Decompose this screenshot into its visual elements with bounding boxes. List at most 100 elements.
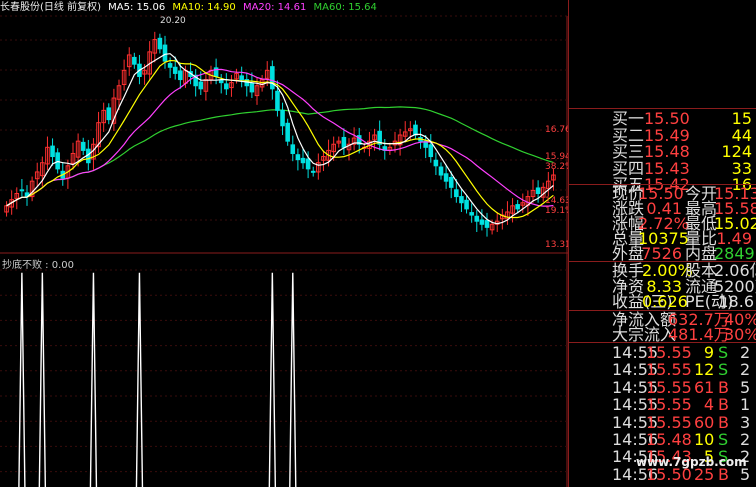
candle-body	[448, 176, 454, 188]
tick-price: 15.50	[646, 464, 692, 484]
peak-price-label: 20.20	[160, 16, 186, 26]
candle-body	[479, 219, 485, 225]
tick-count: 5	[740, 464, 751, 484]
indicator-spike	[89, 272, 98, 487]
kline-chart[interactable]	[0, 0, 568, 487]
indicator-spike	[38, 272, 47, 487]
flow-value: 481.4万	[668, 325, 730, 344]
indicator-spikes	[18, 272, 297, 487]
tick-side: B	[718, 377, 729, 397]
info-row: 收益(三) 0.626 PE(动) 18.6	[568, 292, 756, 311]
info-value: 2.00%	[642, 261, 693, 280]
tick-row: 14:55 15.55 60 B 3	[568, 412, 756, 432]
tick-volume: 61	[694, 377, 715, 397]
candle-body	[275, 90, 280, 111]
tick-volume: 25	[694, 464, 715, 484]
stat-value: 2849	[714, 244, 755, 263]
chart-header: 长春股份(日线 前复权) MA5: 15.06 MA10: 14.90 MA20…	[0, 0, 560, 16]
candle-body	[50, 145, 55, 158]
info-label: 净资	[612, 276, 645, 296]
info-value: 0.626	[642, 292, 688, 311]
flow-row: 大宗流入481.4万30%	[568, 325, 756, 344]
flow-label: 大宗流入	[612, 325, 677, 344]
indicator-spike	[135, 272, 144, 487]
tick-price: 15.55	[646, 395, 692, 415]
tick-count: 3	[740, 412, 751, 432]
ask-label: 买三	[612, 142, 645, 161]
ma60-legend: MA60: 15.64	[313, 2, 377, 13]
tick-count: 1	[740, 395, 751, 415]
candle-body	[454, 189, 459, 198]
candle-body	[218, 79, 224, 84]
ask-volume: 33	[731, 158, 752, 178]
ask-row: 买二 15.49 44	[568, 125, 756, 145]
candle-body	[459, 196, 464, 204]
stock-title: 长春股份(日线 前复权)	[0, 2, 101, 13]
tick-row: 14:55 15.55 61 B 5	[568, 377, 756, 397]
candle-body	[535, 187, 541, 195]
stat-label: 内盘	[685, 244, 718, 263]
candle-body	[178, 70, 183, 81]
candle-body	[172, 66, 178, 74]
info-value: 8.33	[646, 276, 682, 296]
candle-body	[290, 144, 296, 154]
tick-count: 5	[740, 377, 751, 397]
info-label: 股本	[685, 261, 718, 280]
ask-price: 15.48	[644, 142, 690, 161]
candle-body	[484, 220, 490, 228]
tick-price: 15.55	[646, 343, 692, 362]
ask-row: 买一 15.50 15	[568, 109, 756, 128]
tick-count: 2	[740, 360, 751, 380]
candle-body	[280, 109, 285, 127]
ask-label: 买一	[612, 109, 645, 128]
ask-label: 买四	[612, 158, 645, 178]
candle-body	[132, 56, 137, 65]
info-value: 18.6	[718, 292, 754, 311]
site-watermark: www.7gpzb.com	[636, 455, 747, 469]
ask-volume: 15	[731, 109, 752, 128]
candle-body	[249, 82, 255, 93]
ma10-legend: MA10: 14.90	[172, 2, 236, 13]
candle-body	[305, 158, 311, 170]
indicator-title: 抄底不败 : 0.00	[2, 260, 74, 271]
tick-side: B	[718, 395, 729, 415]
candle-body	[157, 37, 163, 50]
candle-body	[295, 154, 301, 161]
candle-body	[106, 107, 112, 121]
ma5-line	[6, 53, 554, 225]
tick-row: 14:55 15.55 4 B 1	[568, 395, 756, 415]
candle-body	[270, 66, 275, 90]
tick-row: 14:55 15.55 12 S 2	[568, 360, 756, 380]
candle-body	[433, 159, 439, 167]
candle-body	[515, 204, 520, 210]
info-value: 5200万	[714, 276, 756, 296]
ask-price: 15.43	[644, 158, 690, 178]
tick-side: S	[718, 343, 729, 362]
price-tick: 14.63	[545, 196, 571, 206]
ask-price: 15.50	[644, 109, 690, 128]
info-label: 换手	[612, 261, 645, 280]
ask-volume: 124	[721, 142, 752, 161]
tick-side: B	[718, 464, 729, 484]
candle-body	[80, 141, 86, 151]
tick-price: 15.48	[646, 430, 692, 449]
candle-body	[428, 144, 434, 158]
tick-row: 14:55 15.55 9 S 2	[568, 343, 756, 362]
tick-side: B	[718, 412, 729, 432]
candle-body	[413, 124, 418, 136]
indicator-spike	[289, 272, 297, 487]
info-row: 换手2.00%股本2.06亿	[568, 261, 756, 280]
price-tick: 13.31	[545, 240, 571, 250]
ask-volume: 44	[731, 125, 752, 145]
tick-volume: 4	[703, 395, 714, 415]
ma20-legend: MA20: 14.61	[242, 2, 307, 13]
ask-label: 买二	[612, 125, 645, 145]
info-row: 净资8.33流通5200万	[568, 276, 756, 296]
tick-volume: 12	[694, 360, 715, 380]
stat-row: 外盘 7526 内盘 2849	[568, 244, 756, 263]
tick-volume: 9	[703, 343, 714, 362]
ask-row: 买三 15.48 124	[568, 142, 756, 161]
candle-body	[285, 122, 290, 142]
price-tick: 15.94	[545, 152, 571, 162]
tick-count: 2	[740, 430, 751, 449]
